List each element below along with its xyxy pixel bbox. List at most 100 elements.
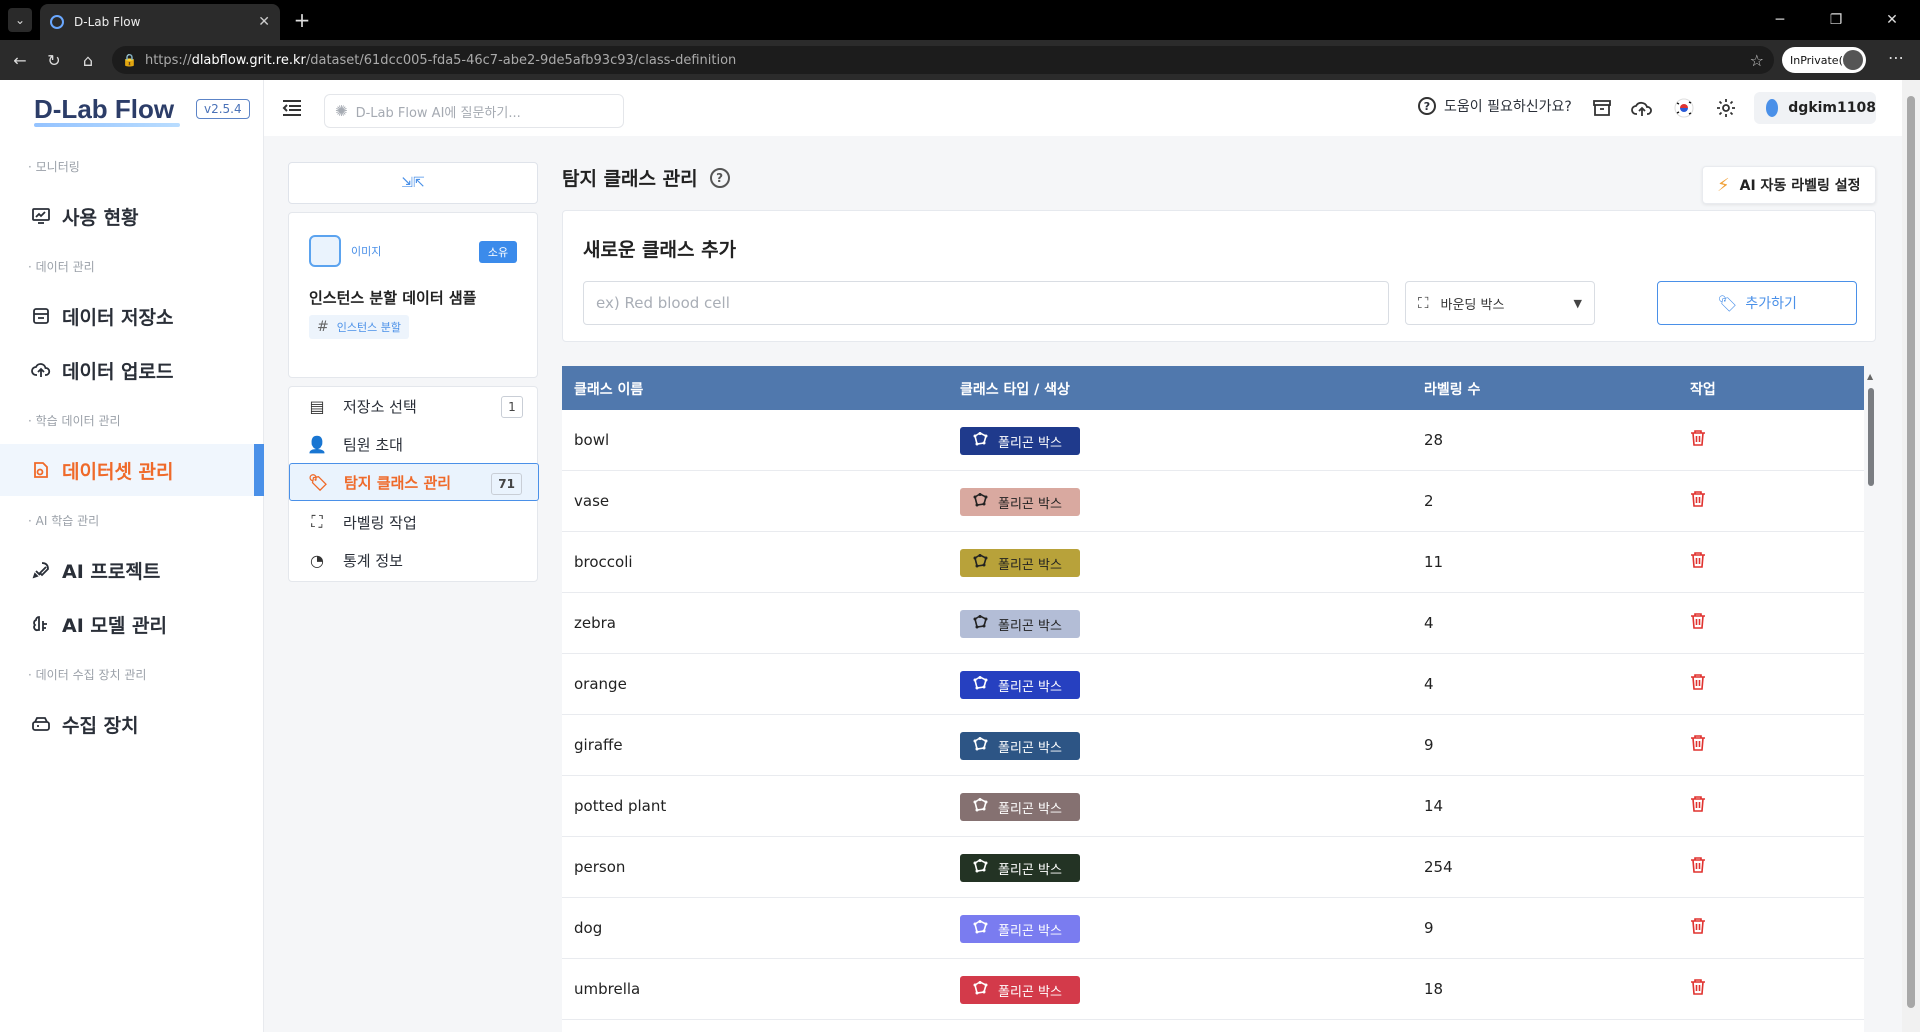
sidebar-item-device[interactable]: 수집 장치 <box>0 698 264 750</box>
class-type-select[interactable]: ⛶ 바운딩 박스 ▼ <box>1405 281 1595 325</box>
logo-underline <box>34 123 180 127</box>
close-tab-icon[interactable]: ✕ <box>258 14 270 30</box>
delete-trash-icon[interactable] <box>1690 734 1710 756</box>
sidebar-item-data-storage[interactable]: 데이터 저장소 <box>0 290 264 342</box>
class-type-badge[interactable]: 폴리곤 박스 <box>960 549 1080 577</box>
sidebar-item-usage[interactable]: 사용 현황 <box>0 190 264 242</box>
upload-icon[interactable] <box>1630 96 1654 120</box>
back-icon[interactable]: ← <box>8 48 32 72</box>
class-name: orange <box>574 675 627 693</box>
sidebar-item-ai-project[interactable]: AI 프로젝트 <box>0 544 264 596</box>
ai-search-placeholder: D-Lab Flow AI에 질문하기... <box>355 105 521 121</box>
window-controls: ─ ❐ ✕ <box>1752 0 1920 40</box>
collapse-arrows-icon: ⇲⇱ <box>401 175 425 191</box>
page-title-text: 탐지 클래스 관리 <box>562 168 698 190</box>
table-scrollbar[interactable]: ▲ <box>1866 370 1876 1032</box>
class-type-label: 폴리곤 박스 <box>998 679 1062 695</box>
label-count: 9 <box>1424 736 1434 754</box>
ai-auto-labeling-button[interactable]: ⚡ AI 자동 라벨링 설정 <box>1702 166 1876 204</box>
header-class-type[interactable]: 클래스 타입 / 색상 <box>960 379 1070 399</box>
restore-icon[interactable]: ❐ <box>1808 0 1864 40</box>
polygon-icon <box>972 615 988 633</box>
polygon-icon <box>972 676 988 694</box>
menu-item-label: 저장소 선택 <box>343 397 417 416</box>
delete-trash-icon[interactable] <box>1690 978 1710 1000</box>
class-type-badge[interactable]: 폴리곤 박스 <box>960 854 1080 882</box>
scroll-up-icon[interactable]: ▲ <box>1867 372 1873 381</box>
page-title: 탐지 클래스 관리 ? <box>562 164 730 191</box>
class-type-label: 폴리곤 박스 <box>998 923 1062 939</box>
page-scrollbar[interactable] <box>1902 80 1920 1032</box>
page-scroll-thumb[interactable] <box>1907 96 1915 1008</box>
menu-item-statistics[interactable]: ◔ 통계 정보 <box>289 541 539 579</box>
url-field[interactable]: 🔒 https://dlabflow.grit.re.kr/dataset/61… <box>112 46 1774 74</box>
user-avatar-icon <box>1766 99 1779 117</box>
inprivate-button[interactable]: InPrivate(2) <box>1782 47 1866 73</box>
delete-trash-icon[interactable] <box>1690 856 1710 878</box>
settings-gear-icon[interactable] <box>1714 96 1738 120</box>
menu-item-storage-select[interactable]: ▤ 저장소 선택 1 <box>289 387 539 425</box>
class-type-badge[interactable]: 폴리곤 박스 <box>960 915 1080 943</box>
header-label-count[interactable]: 라벨링 수 <box>1424 379 1480 399</box>
browser-tab[interactable]: D-Lab Flow ✕ <box>40 4 280 40</box>
class-type-badge[interactable]: 폴리곤 박스 <box>960 488 1080 516</box>
image-icon <box>309 235 341 267</box>
tab-actions-menu-icon[interactable]: ⌄ <box>8 8 32 32</box>
user-menu[interactable]: dgkim1108 <box>1754 92 1876 124</box>
help-question-icon[interactable]: ? <box>709 167 730 188</box>
sidebar-item-data-upload[interactable]: 데이터 업로드 <box>0 344 264 396</box>
help-link[interactable]: ? 도움이 필요하신가요? <box>1418 96 1572 116</box>
header-class-name[interactable]: 클래스 이름 <box>574 379 643 399</box>
class-type-label: 폴리곤 박스 <box>998 557 1062 573</box>
table-row: broccoli 폴리곤 박스 11 <box>562 532 1864 593</box>
delete-trash-icon[interactable] <box>1690 490 1710 512</box>
menu-item-label: 탐지 클래스 관리 <box>344 473 452 492</box>
label-count: 11 <box>1424 553 1444 571</box>
brain-icon <box>30 613 52 635</box>
class-type-badge[interactable]: 폴리곤 박스 <box>960 976 1080 1004</box>
delete-trash-icon[interactable] <box>1690 612 1710 634</box>
collapse-panel-button[interactable]: ⇲⇱ <box>288 162 538 204</box>
delete-trash-icon[interactable] <box>1690 429 1710 451</box>
storage-icon <box>30 305 52 327</box>
korean-flag-icon[interactable] <box>1672 96 1696 120</box>
reload-icon[interactable]: ↻ <box>42 48 66 72</box>
close-window-icon[interactable]: ✕ <box>1864 0 1920 40</box>
delete-trash-icon[interactable] <box>1690 917 1710 939</box>
menu-item-invite-member[interactable]: 👤 팀원 초대 <box>289 425 539 463</box>
table-scroll-thumb[interactable] <box>1868 388 1874 486</box>
delete-trash-icon[interactable] <box>1690 795 1710 817</box>
ai-search-input[interactable]: ✺ D-Lab Flow AI에 질문하기... <box>324 94 624 128</box>
class-type-badge[interactable]: 폴리곤 박스 <box>960 610 1080 638</box>
class-type-badge[interactable]: 폴리곤 박스 <box>960 732 1080 760</box>
polygon-icon <box>972 859 988 877</box>
class-name: zebra <box>574 614 616 632</box>
add-class-button[interactable]: 🏷 추가하기 <box>1657 281 1857 325</box>
sidebar-item-ai-model[interactable]: AI 모델 관리 <box>0 598 264 650</box>
help-question-icon: ? <box>1418 97 1436 115</box>
url-host: dlabflow.grit.re.kr <box>191 52 306 68</box>
logo[interactable]: D-Lab Flow <box>34 94 174 125</box>
more-options-icon[interactable]: ⋯ <box>1888 48 1904 67</box>
home-icon[interactable]: ⌂ <box>76 48 100 72</box>
menu-item-labeling[interactable]: ⛶ 라벨링 작업 <box>289 503 539 541</box>
minimize-icon[interactable]: ─ <box>1752 0 1808 40</box>
table-row: giraffe 폴리곤 박스 9 <box>562 715 1864 776</box>
class-type-label: 폴리곤 박스 <box>998 862 1062 878</box>
class-type-label: 폴리곤 박스 <box>998 435 1062 451</box>
menu-toggle-icon[interactable] <box>280 96 304 120</box>
menu-item-class-management[interactable]: 🏷 탐지 클래스 관리 71 <box>289 463 539 501</box>
bounding-box-icon: ⛶ <box>1418 294 1429 312</box>
delete-trash-icon[interactable] <box>1690 673 1710 695</box>
class-type-badge[interactable]: 폴리곤 박스 <box>960 671 1080 699</box>
class-type-badge[interactable]: 폴리곤 박스 <box>960 793 1080 821</box>
delete-trash-icon[interactable] <box>1690 551 1710 573</box>
class-type-badge[interactable]: 폴리곤 박스 <box>960 427 1080 455</box>
class-name-input[interactable] <box>583 281 1389 325</box>
polygon-icon <box>972 554 988 572</box>
favorite-star-icon[interactable]: ☆ <box>1750 51 1764 70</box>
archive-icon[interactable] <box>1590 96 1614 120</box>
label-count: 28 <box>1424 431 1444 449</box>
sidebar-item-dataset[interactable]: 데이터셋 관리 <box>0 444 264 496</box>
new-tab-icon[interactable]: + <box>290 8 314 32</box>
